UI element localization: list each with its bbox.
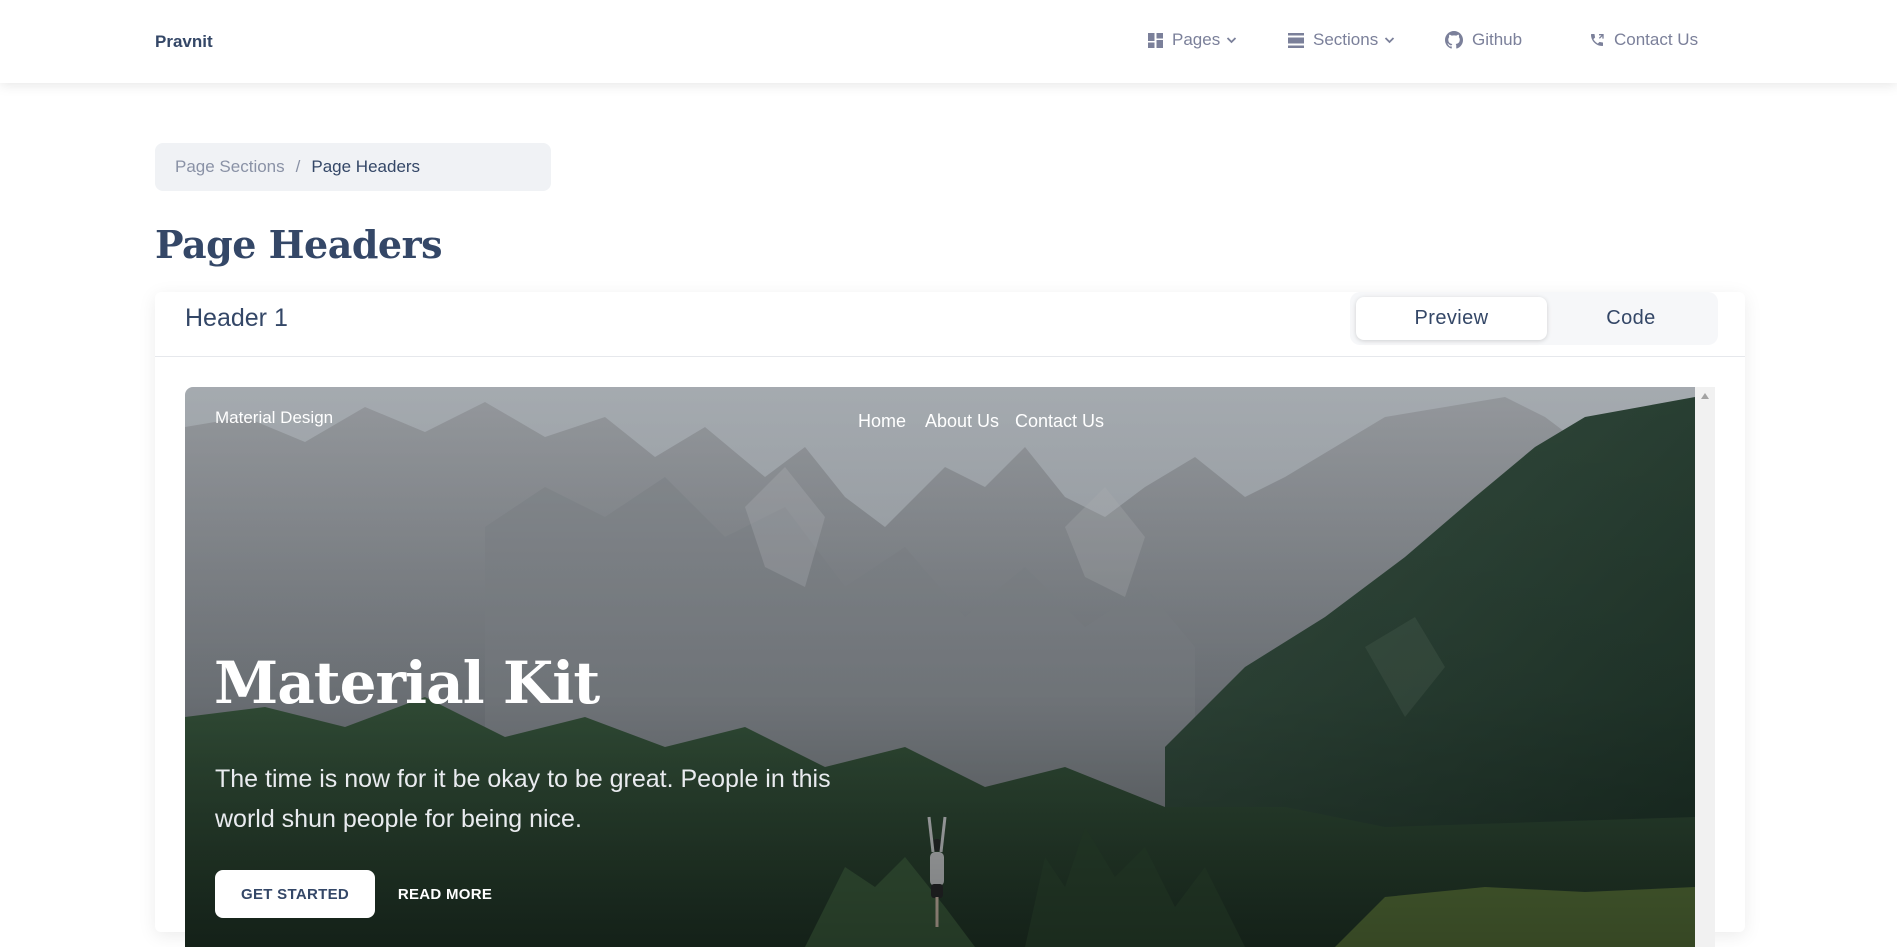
page-title: Page Headers [155, 222, 443, 267]
nav-pages-label: Pages [1172, 30, 1221, 49]
header-preview-frame: Material Design Home About Us Contact Us… [185, 387, 1695, 947]
header-example-card: Header 1 Preview Code Material Design Ho… [155, 292, 1745, 947]
nav-contact-label: Contact Us [1614, 30, 1699, 49]
card-header: Header 1 Preview Code [155, 292, 1745, 357]
nav-sections-label: Sections [1313, 30, 1379, 49]
nav-contact-link[interactable]: Contact Us [1589, 30, 1698, 50]
phone-icon [1589, 32, 1605, 48]
preview-nav-home[interactable]: Home [858, 411, 906, 432]
breadcrumb-separator: / [295, 157, 301, 176]
chevron-down-icon [1226, 36, 1237, 44]
preview-nav-about-us[interactable]: About Us [925, 411, 999, 432]
card-title: Header 1 [185, 304, 288, 332]
breadcrumb-link-page-sections[interactable]: Page Sections [175, 157, 285, 177]
view-day-icon [1288, 32, 1304, 48]
github-icon [1445, 31, 1463, 49]
tab-preview[interactable]: Preview [1356, 297, 1547, 340]
preview-scrollbar[interactable] [1695, 387, 1715, 947]
brand-logo-text[interactable]: Pravnit [155, 32, 213, 52]
preview-hero-text: The time is now for it be okay to be gre… [215, 765, 831, 833]
preview-hero-title: Material Kit [214, 649, 600, 717]
chevron-down-icon [1384, 36, 1395, 44]
nav-pages-dropdown[interactable]: Pages [1148, 30, 1237, 50]
scroll-up-arrow-icon[interactable] [1701, 393, 1709, 399]
breadcrumb: Page Sections / Page Headers [155, 143, 551, 191]
preview-code-tabs: Preview Code [1350, 292, 1718, 345]
preview-brand[interactable]: Material Design [215, 408, 333, 428]
nav-sections-dropdown[interactable]: Sections [1288, 30, 1395, 50]
nav-github-link[interactable]: Github [1445, 30, 1522, 50]
dashboard-icon [1148, 32, 1163, 48]
breadcrumb-current-page: Page Headers [311, 157, 421, 176]
top-navbar: Pravnit Pages Sections Github Contact Us [0, 0, 1897, 83]
preview-nav-contact-us[interactable]: Contact Us [1015, 411, 1104, 432]
nav-github-label: Github [1472, 30, 1523, 49]
tab-code[interactable]: Code [1550, 297, 1712, 340]
